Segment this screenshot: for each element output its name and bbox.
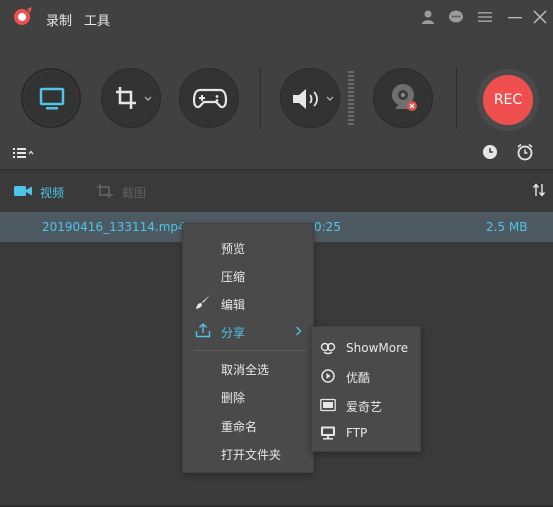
context-menu: 预览 压缩 编辑 分享 取消全选 删除 重命名 打开文件夹 <box>182 223 314 473</box>
menu-icon[interactable] <box>477 9 493 25</box>
record-toolbar: REC <box>0 34 553 170</box>
share-item-youku[interactable]: 优酷 <box>346 369 370 386</box>
menu-item-edit[interactable]: 编辑 <box>221 296 245 313</box>
monitor-icon <box>39 87 65 110</box>
ftp-server-icon <box>321 426 335 440</box>
rec-label: REC <box>483 75 533 125</box>
menu-item-deselect-all[interactable]: 取消全选 <box>221 361 269 378</box>
menu-item-share[interactable]: 分享 <box>221 324 245 341</box>
menu-item-open-folder[interactable]: 打开文件夹 <box>221 446 281 463</box>
tab-screenshot[interactable]: 截图 <box>122 184 146 201</box>
region-select-button[interactable] <box>101 68 161 128</box>
showmore-icon <box>320 342 336 355</box>
menu-item-compress[interactable]: 压缩 <box>221 268 245 285</box>
menu-record[interactable]: 录制 <box>46 10 72 29</box>
file-size: 2.5 MB <box>486 220 528 234</box>
share-submenu: ShowMore 优酷 爱奇艺 FTP <box>311 326 421 452</box>
share-item-showmore[interactable]: ShowMore <box>346 341 408 355</box>
game-mode-button[interactable] <box>179 68 239 128</box>
volume-level-meter <box>348 71 354 125</box>
video-camera-icon <box>14 186 32 196</box>
webcam-off-icon <box>392 84 417 111</box>
iqiyi-icon <box>320 398 336 412</box>
chat-icon[interactable] <box>448 9 464 25</box>
brush-icon <box>196 295 210 309</box>
chevron-right-icon <box>296 326 302 336</box>
menu-item-delete[interactable]: 删除 <box>221 389 245 406</box>
crop-icon <box>116 87 136 109</box>
list-options-icon[interactable] <box>13 147 35 159</box>
toolbar-divider <box>456 67 457 129</box>
rec-button[interactable]: REC <box>477 69 539 131</box>
webcam-button[interactable] <box>373 68 433 128</box>
minimize-icon[interactable] <box>507 9 523 25</box>
youku-icon <box>321 369 335 383</box>
share-upload-icon <box>195 323 211 338</box>
alarm-clock-icon[interactable] <box>516 143 534 161</box>
audio-button[interactable] <box>280 68 340 128</box>
user-icon[interactable] <box>420 9 436 25</box>
menu-tools[interactable]: 工具 <box>84 10 110 29</box>
screenshot-crop-icon <box>97 184 113 198</box>
menu-separator <box>193 350 305 351</box>
gamepad-icon <box>193 88 227 109</box>
toolbar-divider <box>260 67 261 129</box>
chevron-down-icon <box>326 96 334 101</box>
sort-icon[interactable] <box>533 183 545 197</box>
app-logo-icon <box>14 7 32 25</box>
screen-mode-button[interactable] <box>21 68 81 128</box>
menu-item-rename[interactable]: 重命名 <box>221 418 257 435</box>
share-item-iqiyi[interactable]: 爱奇艺 <box>346 398 382 415</box>
clock-icon[interactable] <box>482 144 498 160</box>
media-tabs: 视频 截图 <box>0 171 553 211</box>
close-icon[interactable] <box>532 9 548 25</box>
file-duration: 0:25 <box>314 220 341 234</box>
title-bar: 录制 工具 <box>0 0 553 34</box>
share-item-ftp[interactable]: FTP <box>346 426 367 440</box>
chevron-down-icon <box>144 96 152 101</box>
file-name: 20190416_133114.mp4 <box>42 220 186 234</box>
menu-item-preview[interactable]: 预览 <box>221 240 245 257</box>
speaker-icon <box>293 89 318 109</box>
tab-video[interactable]: 视频 <box>40 184 64 201</box>
